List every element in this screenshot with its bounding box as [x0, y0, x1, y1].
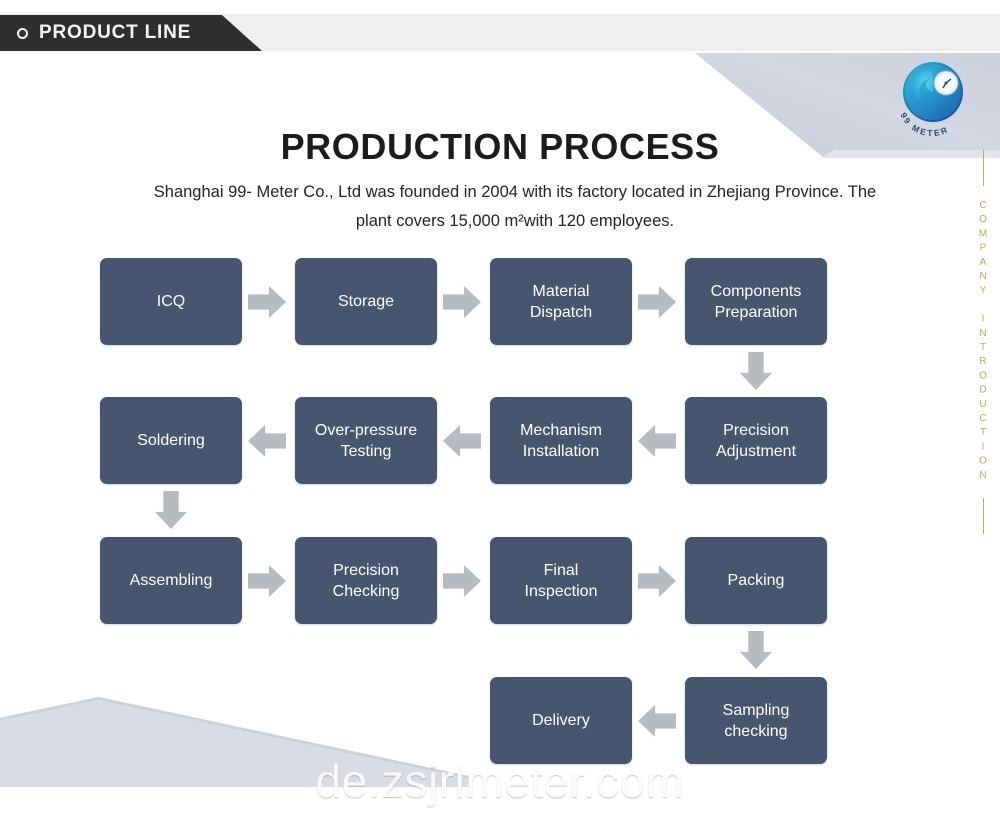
- flow-step-assembling[interactable]: Assembling: [100, 537, 242, 624]
- flow-step-mechanism-installation[interactable]: Mechanism Installation: [490, 397, 632, 484]
- flow-step-final-inspection[interactable]: Final Inspection: [490, 537, 632, 624]
- flow-step-components-preparation[interactable]: Components Preparation: [685, 258, 827, 345]
- circle-outline-icon: [17, 27, 28, 39]
- flow-step-storage[interactable]: Storage: [295, 258, 437, 345]
- rail-label: COMPANY INTRODUCTION: [977, 200, 989, 484]
- flow-step-material-dispatch[interactable]: Material Dispatch: [490, 258, 632, 345]
- header-title: PRODUCT LINE: [39, 22, 192, 43]
- 99meter-swirl-logo-icon: 99 METER: [898, 62, 963, 136]
- arrow-right-icon: [638, 565, 676, 597]
- flow-step-precision-checking[interactable]: Precision Checking: [295, 537, 437, 624]
- flow-step-over-pressure-testing[interactable]: Over-pressure Testing: [295, 397, 437, 484]
- site-watermark: de.zsjrlmeter.com: [315, 755, 685, 807]
- flow-step-packing[interactable]: Packing: [685, 537, 827, 624]
- flow-step-icq[interactable]: ICQ: [100, 258, 242, 345]
- header-underline: [0, 51, 1000, 53]
- arrow-left-icon: [443, 425, 481, 457]
- arrow-right-icon: [248, 565, 286, 597]
- arrow-left-icon: [638, 705, 676, 737]
- arrow-right-icon: [443, 565, 481, 597]
- product-line-banner: PRODUCT LINE: [0, 15, 262, 51]
- arrow-right-icon: [443, 286, 481, 318]
- flow-step-delivery[interactable]: Delivery: [490, 677, 632, 764]
- page-title: PRODUCTION PROCESS: [280, 126, 720, 167]
- page-root: PRODUCT LINE 99 METER COMPANY INTRODUCTI…: [0, 0, 1000, 832]
- arrow-down-icon: [155, 491, 187, 529]
- arrow-down-icon: [740, 352, 772, 390]
- flow-step-sampling-checking[interactable]: Sampling checking: [685, 677, 827, 764]
- arrow-left-icon: [248, 425, 286, 457]
- arrow-right-icon: [638, 286, 676, 318]
- arrow-left-icon: [638, 425, 676, 457]
- company-introduction-rail: COMPANY INTRODUCTION: [972, 150, 994, 580]
- arrow-right-icon: [248, 286, 286, 318]
- arrow-down-icon: [740, 631, 772, 669]
- page-subtitle: Shanghai 99- Meter Co., Ltd was founded …: [153, 183, 877, 230]
- flow-step-precision-adjustment[interactable]: Precision Adjustment: [685, 397, 827, 484]
- rail-dash-bottom: [982, 498, 984, 534]
- flow-step-soldering[interactable]: Soldering: [100, 397, 242, 484]
